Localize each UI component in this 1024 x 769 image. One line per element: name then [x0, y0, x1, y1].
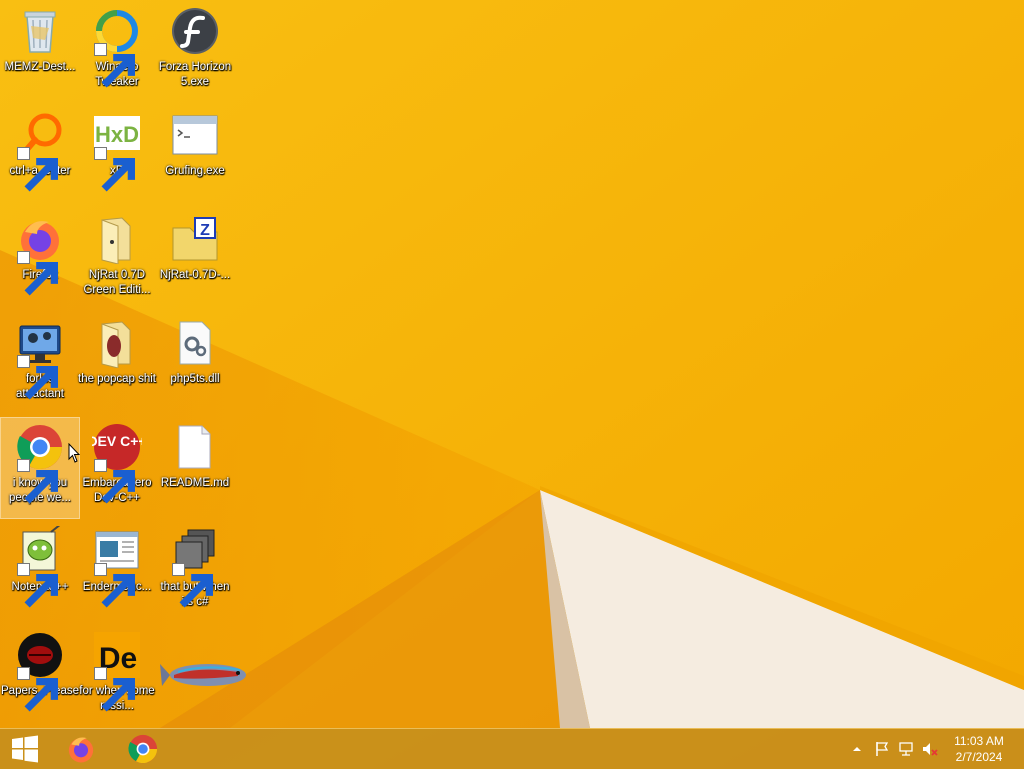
- de-icon: De: [92, 630, 142, 712]
- volume-muted-icon: [923, 743, 938, 756]
- clock-date: 2/7/2024: [955, 750, 1003, 764]
- stacked-windows-icon: [170, 526, 220, 608]
- devcpp-icon: DEV C++: [92, 422, 142, 504]
- taskbar-chrome-button[interactable]: [118, 729, 168, 769]
- magnifier-icon: [15, 110, 65, 192]
- dll-file-icon: [170, 318, 220, 368]
- folder-icon: [92, 318, 142, 368]
- firefox-icon: [68, 737, 94, 763]
- desktop-icon-label: php5ts.dll: [170, 373, 220, 385]
- chrome-icon: [128, 734, 158, 764]
- shortcut-arrow-icon: [94, 43, 135, 88]
- desktop-icon-grufing[interactable]: Grufing.exe: [156, 106, 234, 206]
- desktop-icon-that-but-when-its-csharp[interactable]: that but when its c#: [156, 522, 234, 622]
- chrome-icon: [15, 422, 65, 504]
- desktop-icon-readme[interactable]: README.md: [156, 418, 234, 518]
- desktop-icon-forkie-attractant[interactable]: forkie attractant: [1, 314, 79, 414]
- desktop-icon-winaero-tweaker[interactable]: Winaero Tweaker: [78, 2, 156, 102]
- shortcut-arrow-icon: [17, 147, 59, 192]
- shortcut-arrow-icon: [17, 563, 59, 608]
- desktop-icon-devcpp[interactable]: DEV C++ Embarcadero Dev-C++: [78, 418, 156, 518]
- desktop-icon-label: NjRat-0.7D-...: [159, 269, 231, 281]
- taskbar-clock[interactable]: 11:03 AM 2/7/2024: [944, 733, 1014, 765]
- taskbar: 11:03 AM 2/7/2024: [0, 728, 1024, 769]
- desktop-icon-label: README.md: [160, 477, 230, 489]
- desktop-icon-njrat-zip[interactable]: Z NjRat-0.7D-...: [156, 210, 234, 310]
- desktop-icon-memz[interactable]: MEMZ-Dest...: [1, 2, 79, 102]
- recycle-bin-icon: [15, 6, 65, 56]
- desktop-icon-forza-horizon[interactable]: Forza Horizon 5.exe: [156, 2, 234, 102]
- hxd-logo-text: HxD: [95, 122, 139, 147]
- desktop-icon-ctrl-a-enter[interactable]: ctrl+a, enter: [1, 106, 79, 206]
- desktop-icon-popcap[interactable]: the popcap shit: [78, 314, 156, 414]
- chevron-up-icon: [853, 747, 861, 751]
- clock-time: 11:03 AM: [954, 734, 1004, 748]
- desktop-icon-njrat-green[interactable]: NjRat 0.7D Green Editi...: [78, 210, 156, 310]
- shortcut-arrow-icon: [94, 459, 135, 504]
- console-window-icon: [170, 110, 220, 160]
- desktop-icon-endermanc[interactable]: Endermanc...: [78, 522, 156, 622]
- shortcut-arrow-icon: [17, 251, 59, 296]
- folder-icon: [92, 214, 142, 264]
- fish-desktop-pet[interactable]: [158, 652, 254, 698]
- zip-folder-icon: Z: [170, 214, 220, 264]
- flash-player-icon: [170, 6, 220, 56]
- shortcut-arrow-icon: [17, 355, 59, 400]
- desktop-icon-xd[interactable]: HxD xD: [78, 106, 156, 206]
- shortcut-arrow-icon: [94, 147, 135, 192]
- desktop-icon-papers-please[interactable]: Papers, Please: [1, 626, 79, 726]
- zip-letter-text: Z: [200, 222, 210, 239]
- shortcut-arrow-icon: [17, 459, 59, 504]
- devcpp-logo-text: DEV C++: [92, 433, 142, 449]
- firefox-icon: [15, 214, 65, 296]
- start-button[interactable]: [0, 729, 50, 769]
- desktop-icon-for-when-some-russi[interactable]: De for when some russi...: [78, 626, 156, 726]
- desktop-icon-php5ts-dll[interactable]: php5ts.dll: [156, 314, 234, 414]
- action-center-flag-icon: [876, 742, 889, 756]
- desktop-icon-label: MEMZ-Dest...: [4, 61, 76, 73]
- tray-network[interactable]: [895, 729, 917, 769]
- desktop-icon-label: Grufing.exe: [165, 165, 225, 177]
- shortcut-arrow-icon: [94, 667, 135, 712]
- taskbar-firefox-button[interactable]: [56, 729, 106, 769]
- mouse-cursor: [68, 443, 80, 463]
- tray-action-center[interactable]: [871, 729, 893, 769]
- tray-overflow-button[interactable]: [848, 729, 866, 769]
- desktop: MEMZ-Dest... ctrl+a, enter Firefox forki…: [0, 0, 1024, 728]
- network-icon: [899, 742, 913, 756]
- blank-file-icon: [170, 422, 220, 472]
- winaero-tweaker-icon: [92, 6, 142, 88]
- shortcut-arrow-icon: [17, 667, 59, 712]
- shortcut-arrow-icon: [172, 563, 213, 608]
- windows-logo-icon: [12, 735, 38, 763]
- tray-volume[interactable]: [919, 729, 941, 769]
- shortcut-arrow-icon: [94, 563, 135, 608]
- desktop-icon-label: Forza Horizon 5.exe: [158, 61, 232, 88]
- hxd-icon: HxD: [92, 110, 142, 192]
- desktop-icon-firefox[interactable]: Firefox: [1, 210, 79, 310]
- desktop-icon-i-know-you-people[interactable]: i know you people we...: [0, 417, 80, 519]
- document-window-icon: [92, 526, 142, 608]
- desktop-icon-label: the popcap shit: [78, 373, 157, 385]
- desktop-icon-notepadpp[interactable]: Notepad++: [1, 522, 79, 622]
- papers-please-icon: [15, 630, 65, 712]
- notepadpp-icon: [15, 526, 65, 608]
- desktop-icon-label: NjRat 0.7D Green Editi...: [83, 269, 151, 296]
- computer-settings-icon: [15, 318, 65, 400]
